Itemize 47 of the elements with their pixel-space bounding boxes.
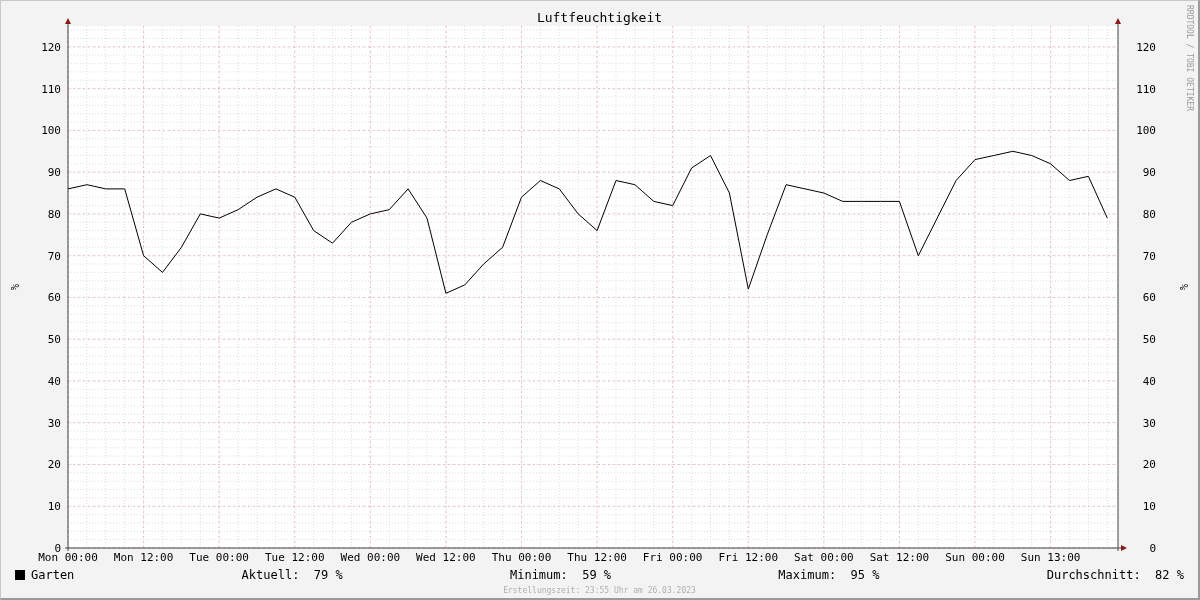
- x-tick-label: Thu 00:00: [491, 551, 552, 565]
- legend-stat: Aktuell: 79 %: [241, 568, 343, 583]
- x-tick-label: Sat 12:00: [869, 551, 930, 565]
- y-tick-label: 90: [1142, 166, 1156, 180]
- x-tick-label: Wed 12:00: [416, 551, 476, 565]
- x-tick-label: Sun 13:00: [1020, 551, 1081, 565]
- y-tick-label: 80: [1142, 208, 1156, 222]
- legend-stat: Durchschnitt: 82 %: [1046, 568, 1184, 583]
- x-tick-label: Fri 00:00: [642, 551, 703, 565]
- y-tick-label: 0: [1149, 542, 1156, 556]
- x-tick-label: Thu 12:00: [567, 551, 627, 565]
- x-tick-label: Mon 12:00: [113, 551, 174, 565]
- y-tick-label: 10: [47, 500, 61, 514]
- y-tick-label: 90: [47, 166, 61, 180]
- x-tick-label: Tue 12:00: [264, 551, 325, 565]
- y-tick-label: 50: [1142, 333, 1156, 347]
- y-tick-label: 70: [47, 250, 61, 264]
- y-tick-label: 70: [1142, 250, 1156, 264]
- y-tick-label: 80: [47, 208, 61, 222]
- y-tick-label: 110: [1136, 83, 1156, 97]
- legend-stat: Minimum: 59 %: [509, 568, 612, 583]
- y-tick-label: 60: [1142, 291, 1156, 305]
- y-tick-label: 30: [1142, 417, 1156, 431]
- x-tick-label: Fri 12:00: [718, 551, 779, 565]
- legend-stat: Maximum: 95 %: [778, 568, 880, 583]
- y-tick-label: 30: [47, 417, 61, 431]
- y-tick-label: 100: [1136, 124, 1156, 138]
- y-axis-label: %: [1178, 284, 1189, 291]
- y-tick-label: 10: [1142, 500, 1156, 514]
- y-tick-label: 120: [1136, 41, 1156, 55]
- y-tick-label: 40: [1142, 375, 1156, 389]
- y-axis-label: %: [9, 284, 20, 291]
- x-tick-label: Wed 00:00: [340, 551, 401, 565]
- y-tick-label: 100: [41, 124, 61, 138]
- y-tick-label: 110: [41, 83, 61, 97]
- x-tick-label: Sun 00:00: [945, 551, 1005, 565]
- y-tick-label: 40: [47, 375, 61, 389]
- x-tick-label: Sat 00:00: [794, 551, 854, 565]
- y-tick-label: 50: [47, 333, 61, 347]
- y-tick-label: 120: [41, 41, 61, 55]
- legend-label: Garten: [31, 568, 75, 583]
- y-tick-label: 60: [47, 291, 61, 305]
- y-tick-label: 20: [1142, 458, 1156, 472]
- chart-title: Luftfeuchtigkeit: [536, 10, 663, 27]
- x-tick-label: Tue 00:00: [189, 551, 249, 565]
- credit-text: RRDTOOL / TOBI OETIKER: [1185, 5, 1194, 111]
- y-tick-label: 20: [47, 458, 61, 472]
